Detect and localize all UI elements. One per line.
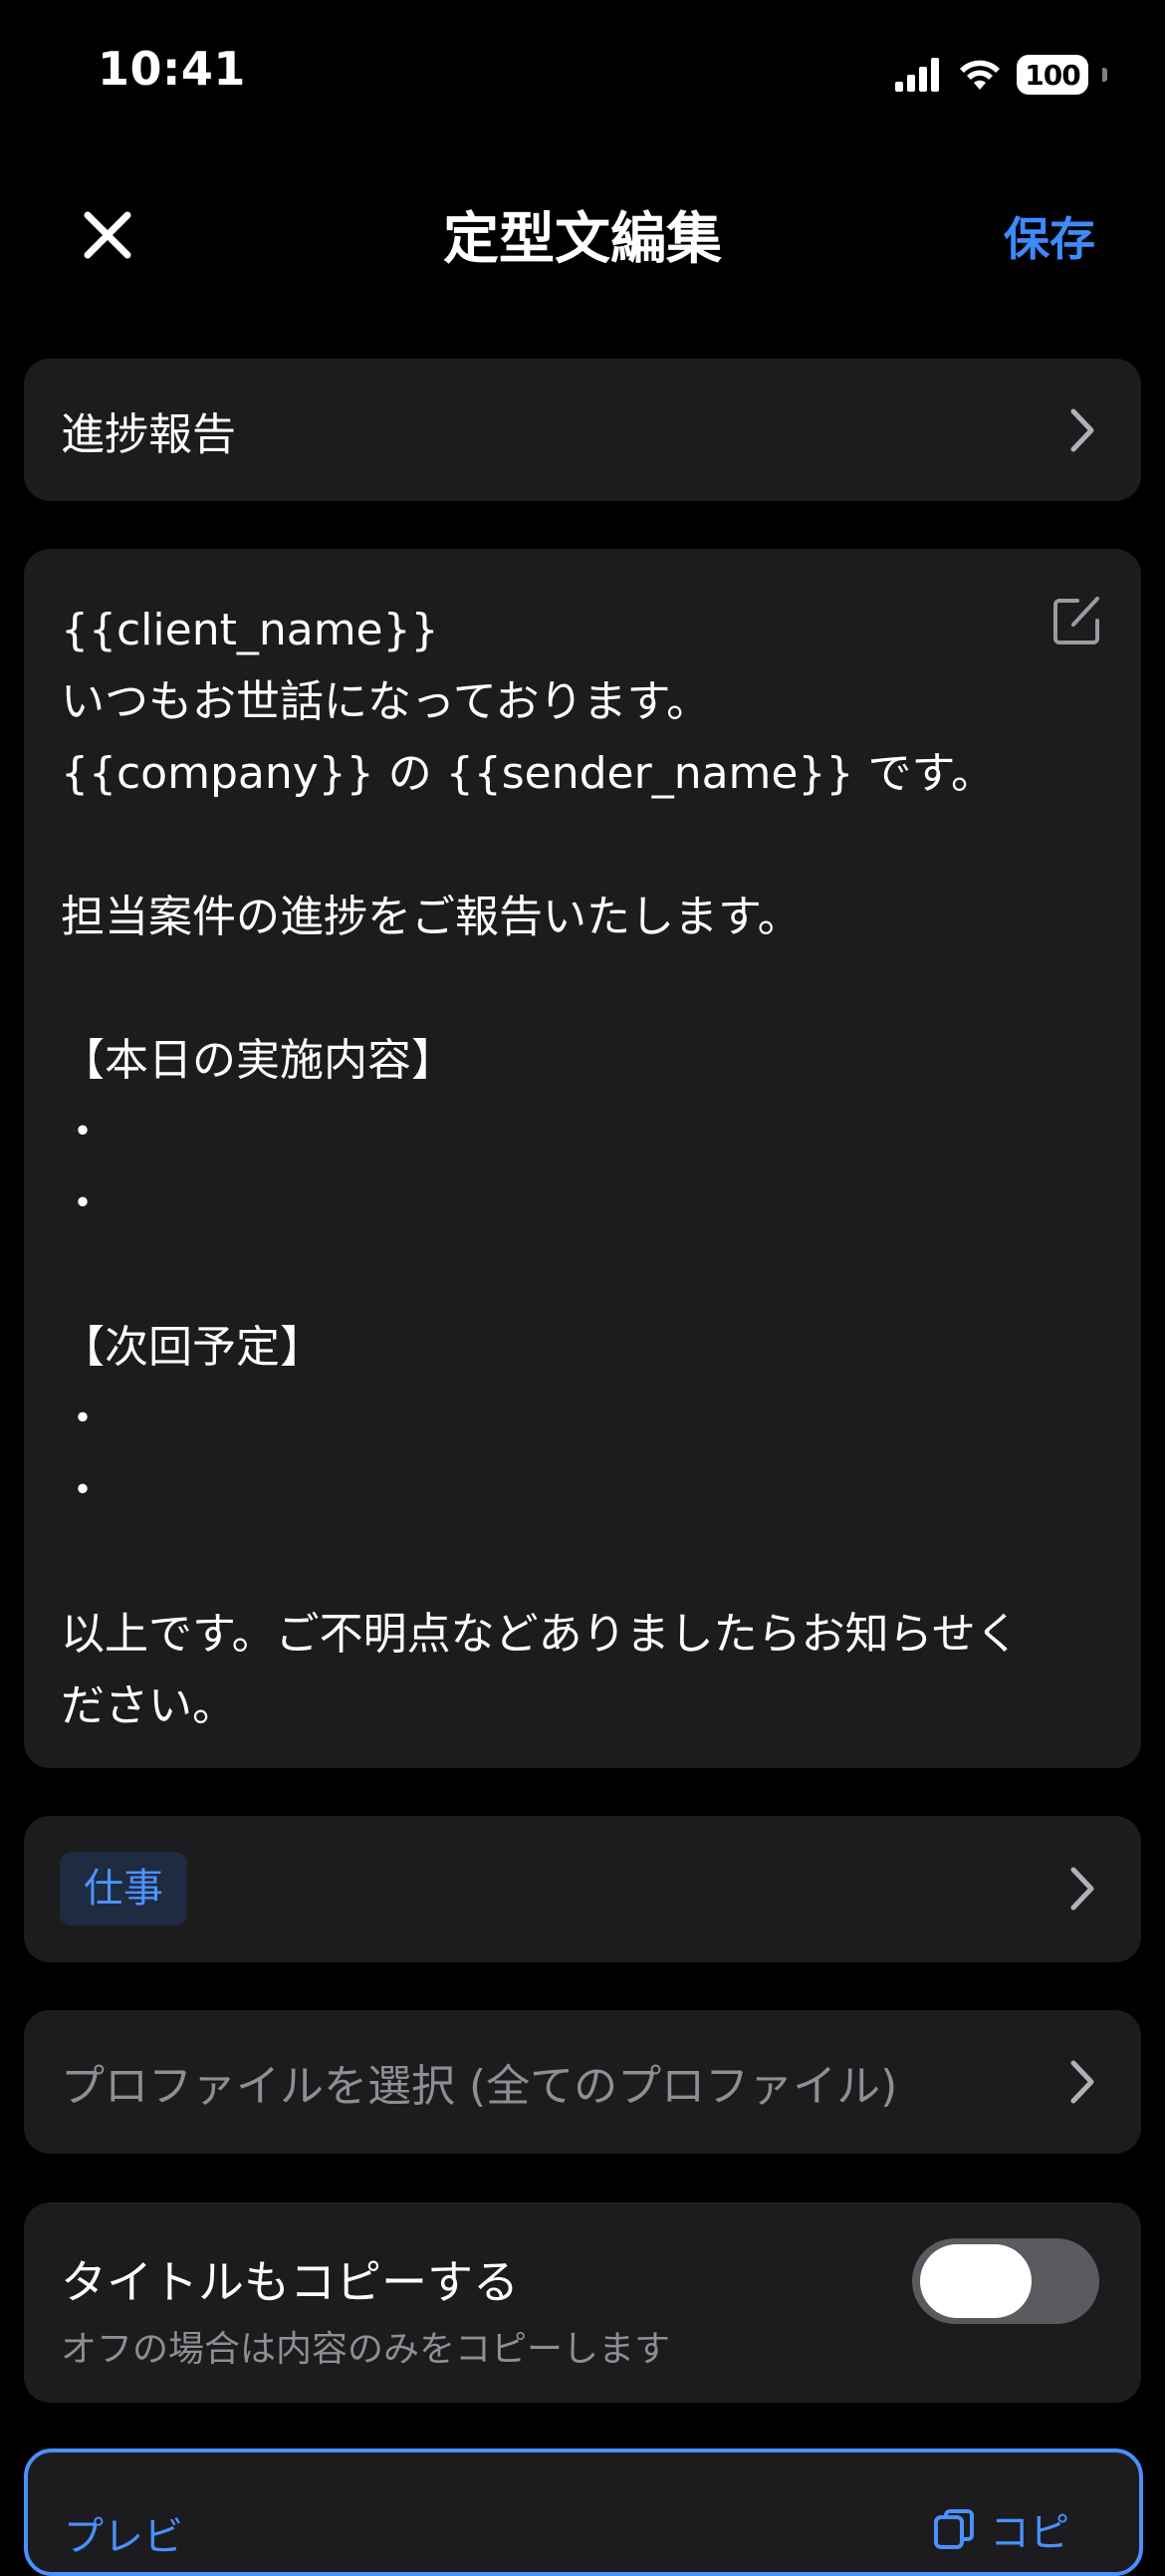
copy-title-toggle[interactable] <box>912 2238 1099 2324</box>
category-row[interactable]: 進捗報告 <box>24 359 1141 501</box>
tag-row[interactable]: 仕事 <box>24 1816 1141 1962</box>
preview-copy-button[interactable]: コピ <box>932 2500 1069 2558</box>
wifi-icon <box>960 60 1000 90</box>
preview-card: プレビ コピ <box>24 2448 1143 2576</box>
battery-indicator: 100 <box>1017 55 1088 95</box>
battery-level: 100 <box>1025 58 1080 92</box>
template-body-text[interactable]: {{client_name}} いつもお世話になっております。 {{compan… <box>61 595 1056 1742</box>
status-icons: 100 <box>895 50 1107 100</box>
page-title: 定型文編集 <box>443 207 722 272</box>
preview-copy-label: コピ <box>990 2510 1069 2556</box>
edit-icon[interactable] <box>1049 593 1105 648</box>
category-label: 進捗報告 <box>61 408 236 460</box>
chevron-right-icon <box>1070 1867 1094 1911</box>
cellular-signal-icon <box>895 58 939 92</box>
toggle-knob <box>920 2244 1032 2318</box>
chevron-right-icon <box>1070 2060 1094 2104</box>
battery-cap <box>1102 68 1107 82</box>
status-time: 10:41 <box>98 42 246 96</box>
tag-badge: 仕事 <box>60 1852 187 1926</box>
copy-icon <box>934 2509 974 2549</box>
preview-label: プレビ <box>64 2514 183 2560</box>
copy-title-label: タイトルもコピーする <box>61 2255 519 2309</box>
template-body-card[interactable]: {{client_name}} いつもお世話になっております。 {{compan… <box>24 549 1141 1768</box>
profile-select-row[interactable]: プロファイルを選択 (全てのプロファイル) <box>24 2010 1141 2154</box>
copy-title-row: タイトルもコピーする オフの場合は内容のみをコピーします <box>24 2202 1141 2403</box>
chevron-right-icon <box>1070 408 1094 451</box>
copy-title-description: オフの場合は内容のみをコピーします <box>61 2329 671 2370</box>
profile-select-label: プロファイルを選択 (全てのプロファイル) <box>61 2061 898 2112</box>
save-button[interactable]: 保存 <box>1004 203 1095 269</box>
